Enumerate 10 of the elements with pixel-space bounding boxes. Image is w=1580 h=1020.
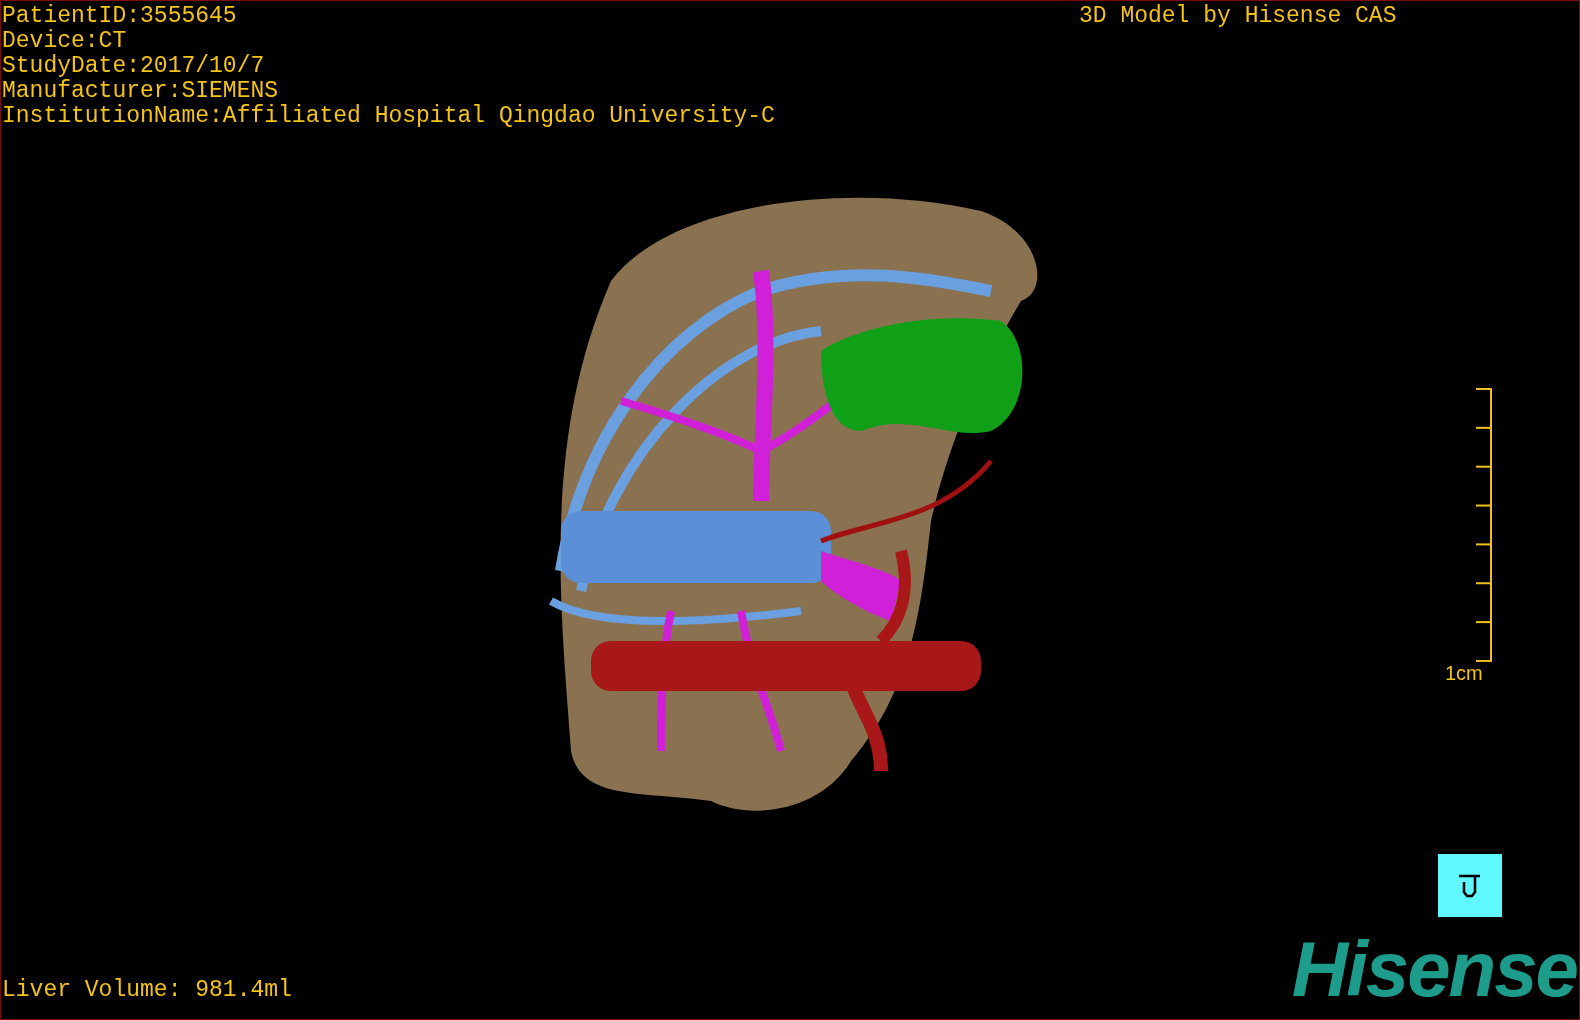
patient-info-text: StudyDate:2017/10/7 <box>2 54 266 79</box>
scale-label: 1cm <box>1445 662 1484 684</box>
patient-info-text: InstitutionName:Affiliated Hospital Qingdao University-C <box>2 104 775 129</box>
tool-button[interactable] <box>1438 854 1502 917</box>
model-credit-text: 3D Model by Hisense CAS <box>1079 4 1397 29</box>
patient-info-text: Manufacturer:SIEMENS <box>2 79 280 104</box>
brand-logo: Hisense <box>1291 926 1577 1012</box>
liver-volume-text: Liver Volume: 981.4ml <box>2 977 292 1003</box>
patient-info-text: Device:CT <box>2 29 128 54</box>
patient-info-text: PatientID:3555645 <box>2 4 238 29</box>
